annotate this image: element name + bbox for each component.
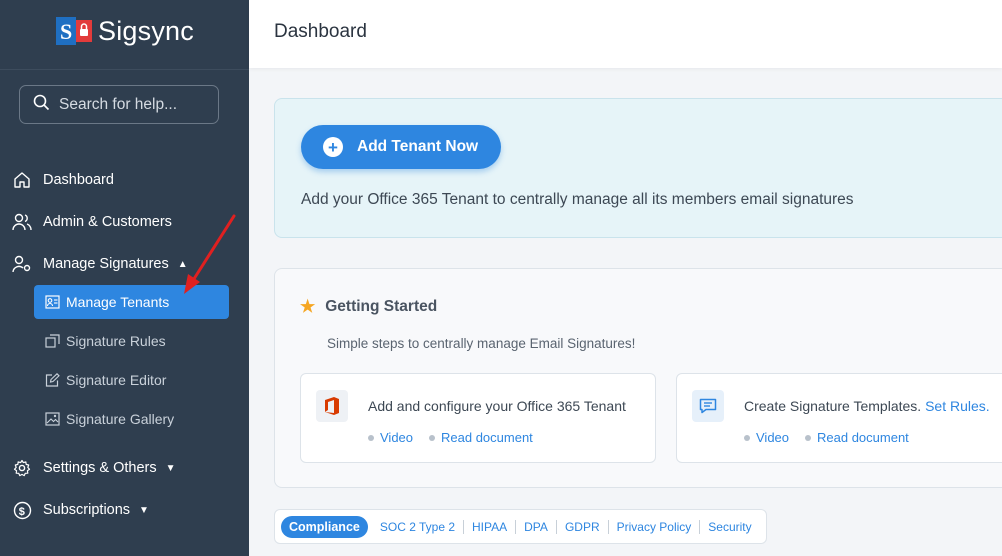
nav-manage-signatures-label: Manage Signatures xyxy=(43,256,169,272)
search-box[interactable] xyxy=(19,85,219,124)
getting-started-subtitle: Simple steps to centrally manage Email S… xyxy=(327,336,636,351)
edit-icon xyxy=(44,372,60,388)
step-description: Create Signature Templates. xyxy=(744,398,926,414)
rules-icon xyxy=(44,333,60,349)
signature-editor-label: Signature Editor xyxy=(66,372,167,388)
getting-started-title: ★ Getting Started xyxy=(300,297,437,317)
read-document-link[interactable]: Read document xyxy=(817,430,909,445)
user-settings-icon xyxy=(12,254,32,274)
add-tenant-banner: + Add Tenant Now Add your Office 365 Ten… xyxy=(274,98,1002,238)
caret-down-icon: ▼ xyxy=(139,504,149,516)
compliance-badge: Compliance xyxy=(281,515,368,538)
add-tenant-button[interactable]: + Add Tenant Now xyxy=(301,125,501,169)
nav-settings-label: Settings & Others xyxy=(43,460,157,476)
nav-settings-others[interactable]: Settings & Others ▼ xyxy=(12,458,176,478)
compliance-link-privacy[interactable]: Privacy Policy xyxy=(609,519,701,534)
step-links: Video Read document xyxy=(368,430,549,445)
getting-started-title-text: Getting Started xyxy=(325,298,438,315)
office-icon xyxy=(316,390,348,422)
gallery-icon xyxy=(44,411,60,427)
nav-dashboard-label: Dashboard xyxy=(43,172,114,188)
compliance-bar: Compliance SOC 2 Type 2 HIPAA DPA GDPR P… xyxy=(274,509,767,544)
compliance-link-soc2[interactable]: SOC 2 Type 2 xyxy=(372,519,465,534)
manage-tenants-label: Manage Tenants xyxy=(66,294,170,310)
sidebar-item-signature-gallery[interactable]: Signature Gallery xyxy=(34,402,229,436)
getting-started-card: ★ Getting Started Simple steps to centra… xyxy=(274,268,1002,488)
step-links: Video Read document xyxy=(744,430,925,445)
svg-text:S: S xyxy=(60,19,72,44)
tenants-icon xyxy=(44,294,60,310)
top-header: Dashboard xyxy=(249,0,1002,68)
plus-icon: + xyxy=(323,137,343,157)
video-link[interactable]: Video xyxy=(756,430,789,445)
compliance-link-gdpr[interactable]: GDPR xyxy=(557,519,609,534)
banner-description: Add your Office 365 Tenant to centrally … xyxy=(301,191,854,208)
add-tenant-label: Add Tenant Now xyxy=(357,138,479,155)
svg-text:$: $ xyxy=(18,506,24,518)
nav-subscriptions[interactable]: $ Subscriptions ▼ xyxy=(12,500,149,520)
caret-down-icon: ▼ xyxy=(165,462,176,474)
search-icon xyxy=(33,94,50,116)
step-card: Create Signature Templates. Set Rules. V… xyxy=(676,373,1002,463)
sidebar: S Sigsync Dashboard Admin & Customers Ma… xyxy=(0,0,249,556)
sigsync-logo-icon: S xyxy=(54,14,94,48)
signature-gallery-label: Signature Gallery xyxy=(66,411,175,427)
dollar-icon: $ xyxy=(12,500,32,520)
sidebar-item-signature-rules[interactable]: Signature Rules xyxy=(34,324,229,358)
compliance-link-security[interactable]: Security xyxy=(700,520,759,534)
step-card: Add and configure your Office 365 Tenant… xyxy=(300,373,656,463)
nav-admin-customers[interactable]: Admin & Customers xyxy=(12,212,172,232)
sidebar-divider xyxy=(0,69,249,70)
bullet-icon xyxy=(805,434,812,441)
nav-admin-label: Admin & Customers xyxy=(43,214,172,230)
app-name: Sigsync xyxy=(98,15,194,46)
step-text: Create Signature Templates. Set Rules. xyxy=(744,398,990,414)
nav-manage-signatures[interactable]: Manage Signatures ▲ xyxy=(12,254,188,274)
bullet-icon xyxy=(744,434,750,441)
nav-subscriptions-label: Subscriptions xyxy=(43,502,131,518)
users-icon xyxy=(12,212,32,232)
step-text: Add and configure your Office 365 Tenant xyxy=(368,398,626,414)
step-description: Add and configure your Office 365 Tenant xyxy=(368,398,626,414)
nav-dashboard[interactable]: Dashboard xyxy=(12,170,114,190)
bullet-icon xyxy=(429,434,436,441)
read-document-link[interactable]: Read document xyxy=(441,430,533,445)
star-icon: ★ xyxy=(300,297,316,316)
logo[interactable]: S Sigsync xyxy=(54,14,194,48)
video-link[interactable]: Video xyxy=(380,430,413,445)
set-rules-link[interactable]: Set Rules. xyxy=(925,398,990,414)
gear-icon xyxy=(12,458,32,478)
search-input[interactable] xyxy=(59,95,209,114)
annotation-arrow-icon xyxy=(184,214,236,294)
compliance-link-hipaa[interactable]: HIPAA xyxy=(464,519,517,534)
bullet-icon xyxy=(368,434,374,441)
compliance-link-dpa[interactable]: DPA xyxy=(516,519,557,534)
signature-rules-label: Signature Rules xyxy=(66,333,166,349)
home-icon xyxy=(12,170,32,190)
page-title: Dashboard xyxy=(274,21,367,42)
template-icon xyxy=(692,390,724,422)
sidebar-item-signature-editor[interactable]: Signature Editor xyxy=(34,363,229,397)
